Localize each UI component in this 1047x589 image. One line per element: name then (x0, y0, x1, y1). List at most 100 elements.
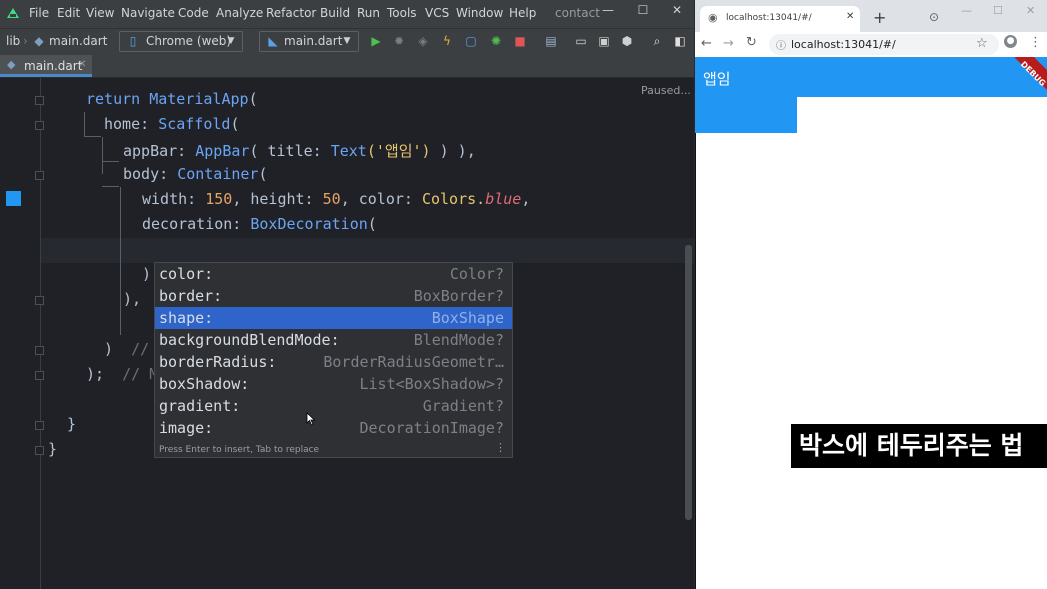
completion-item-shape[interactable]: shape: BoxShape (155, 307, 512, 329)
new-tab-button[interactable]: + (873, 8, 886, 27)
menu-navigate[interactable]: Navigate (121, 6, 175, 20)
fold-marker-icon[interactable] (35, 296, 44, 305)
maximize-button[interactable]: ☐ (633, 3, 653, 17)
fold-marker-icon[interactable] (35, 346, 44, 355)
menu-refactor[interactable]: Refactor (266, 6, 316, 20)
menu-window[interactable]: Window (456, 6, 503, 20)
menu-code[interactable]: Code (178, 6, 209, 20)
color-swatch-icon[interactable] (6, 191, 21, 206)
completion-item-color[interactable]: color: Color? (155, 263, 512, 285)
menu-tools[interactable]: Tools (387, 6, 417, 20)
profile-avatar-icon[interactable]: ● (1004, 35, 1017, 48)
attach-debugger-icon[interactable]: ✺ (489, 34, 503, 48)
menu-analyze[interactable]: Analyze (216, 6, 263, 20)
debug-icon[interactable]: ✹ (392, 34, 406, 48)
coverage-icon[interactable]: ◈ (416, 34, 430, 48)
project-structure-icon[interactable]: ▤ (544, 34, 558, 48)
completion-name: color: (159, 265, 214, 283)
code-line: } (67, 415, 77, 433)
minimize-button[interactable]: — (598, 3, 618, 17)
indent-guide (102, 137, 103, 174)
browser-close-button[interactable]: ✕ (1026, 4, 1035, 17)
run-config-selector[interactable]: ◣ main.dart ▼ (259, 31, 359, 52)
completion-type: BoxShape (431, 309, 504, 327)
completion-item-image[interactable]: image: DecorationImage? (155, 417, 512, 439)
code-line: return MaterialApp( (86, 90, 258, 108)
android-studio-logo-icon[interactable] (5, 5, 21, 21)
completion-item-border-radius[interactable]: borderRadius: BorderRadiusGeometr… (155, 351, 512, 373)
tab-search-icon[interactable]: ⊙ (929, 10, 939, 24)
menu-build[interactable]: Build (320, 6, 350, 20)
device-icon: ▯ (129, 34, 137, 48)
fold-marker-icon[interactable] (35, 171, 44, 180)
video-caption: 박스에 테두리주는 법 (791, 424, 1047, 468)
completion-name: image: (159, 419, 214, 437)
menu-run[interactable]: Run (357, 6, 380, 20)
device-manager-icon[interactable]: ▣ (597, 34, 611, 48)
device-selector[interactable]: ▯ Chrome (web) ▼ (119, 31, 243, 52)
reload-icon[interactable]: ↻ (746, 35, 757, 50)
fold-marker-icon[interactable] (35, 446, 44, 455)
code-line: ); // M (86, 365, 158, 383)
code-class: Text (330, 142, 367, 160)
completion-item-border[interactable]: border: BoxBorder? (155, 285, 512, 307)
code-line: home: Scaffold( (104, 115, 239, 133)
browser-minimize-button[interactable]: — (961, 4, 972, 17)
forward-arrow-icon[interactable]: → (723, 36, 734, 51)
bookmark-star-icon[interactable]: ☆ (976, 36, 988, 51)
editor-tab-bar: ◆ main.dart ✕ (0, 55, 694, 78)
code-keyword: return (86, 90, 141, 108)
current-line-highlight (41, 238, 694, 263)
code-punct: , (521, 190, 531, 208)
tab-close-icon[interactable]: ✕ (78, 59, 86, 70)
sdk-manager-icon[interactable]: ⬢ (620, 34, 634, 48)
breadcrumb-lib[interactable]: lib (6, 34, 20, 48)
hot-restart-icon[interactable]: ▢ (464, 34, 478, 48)
browser-tab-title: localhost:13041/#/ (726, 13, 812, 23)
back-arrow-icon[interactable]: ← (701, 36, 712, 51)
code-line: } (48, 440, 58, 458)
fold-marker-icon[interactable] (35, 371, 44, 380)
stop-icon[interactable]: ■ (513, 34, 527, 48)
breadcrumb-file[interactable]: main.dart (49, 34, 107, 48)
menu-help[interactable]: Help (509, 6, 536, 20)
fold-marker-icon[interactable] (35, 121, 44, 130)
fold-marker-icon[interactable] (35, 421, 44, 430)
flutter-icon: ◣ (268, 34, 278, 48)
flutter-blue-container (695, 97, 797, 133)
menu-edit[interactable]: Edit (57, 6, 80, 20)
browser-menu-icon[interactable]: ⋮ (1029, 35, 1042, 50)
tab-main-dart[interactable]: ◆ main.dart ✕ (0, 55, 92, 77)
fold-marker-icon[interactable] (35, 96, 44, 105)
debug-status: Paused... (641, 84, 691, 97)
code-class: MaterialApp (149, 90, 249, 108)
info-icon[interactable]: ⓘ (776, 37, 786, 52)
editor-scrollbar[interactable] (685, 245, 692, 520)
close-button[interactable]: ✕ (667, 3, 687, 17)
completion-name: borderRadius: (159, 353, 277, 371)
more-options-icon[interactable]: ⋮ (495, 441, 506, 454)
completion-type: List<BoxShadow>? (359, 375, 505, 393)
code-class: Scaffold (158, 115, 231, 133)
browser-maximize-button[interactable]: ☐ (993, 4, 1003, 17)
completion-item-background-blend-mode[interactable]: backgroundBlendMode: BlendMode? (155, 329, 512, 351)
search-icon[interactable]: ⌕ (650, 34, 664, 48)
dart-file-icon: ◆ (7, 58, 16, 71)
completion-item-box-shadow[interactable]: boxShadow: List<BoxShadow>? (155, 373, 512, 395)
settings-icon[interactable]: ◧ (673, 34, 687, 48)
menu-vcs[interactable]: VCS (425, 6, 449, 20)
menu-file[interactable]: File (29, 6, 49, 20)
code-string: ('앱임') (366, 142, 431, 160)
terminal-icon[interactable]: ▭ (574, 34, 588, 48)
menu-view[interactable]: View (86, 6, 114, 20)
breadcrumb-separator-icon: › (23, 34, 28, 48)
hot-reload-icon[interactable]: ϟ (440, 34, 454, 48)
flutter-app-bar: 앱임 DEBUG (695, 57, 1047, 97)
code-line: body: Container( (123, 165, 268, 183)
gutter-divider (40, 78, 41, 589)
run-icon[interactable]: ▶ (369, 34, 383, 48)
browser-tab-close-icon[interactable]: ✕ (846, 11, 854, 22)
browser-tab[interactable]: ◉ localhost:13041/#/ ✕ (700, 6, 860, 32)
completion-item-gradient[interactable]: gradient: Gradient? (155, 395, 512, 417)
address-bar[interactable]: ⓘ localhost:13041/#/ (769, 34, 999, 55)
